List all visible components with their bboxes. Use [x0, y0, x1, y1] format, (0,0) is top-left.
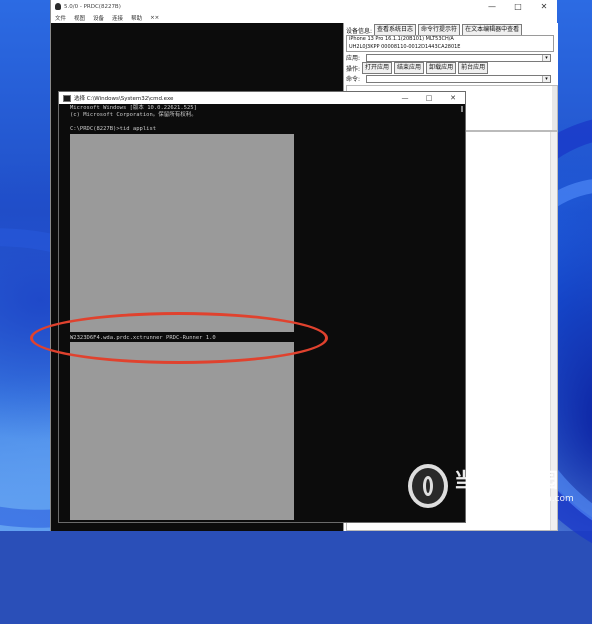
minimize-button[interactable]: —	[479, 0, 505, 13]
minimize-button[interactable]: —	[393, 92, 417, 104]
watermark-url: www.downxia.com	[490, 494, 574, 504]
apple-icon	[55, 3, 61, 10]
prdc-title: 5.0/0 - PRDC(8227B)	[64, 3, 121, 10]
app-label: 应用:	[346, 55, 361, 62]
redacted-region	[70, 342, 294, 520]
prdc-titlebar[interactable]: 5.0/0 - PRDC(8227B) — □ ✕	[51, 0, 557, 13]
command-select[interactable]: ▾	[366, 74, 551, 83]
menu-connect[interactable]: 连接	[112, 14, 123, 22]
menu-view[interactable]: 视图	[74, 14, 85, 22]
prdc-menubar: 文件 视图 设备 连接 帮助 ××	[51, 13, 557, 23]
console-line: Microsoft Windows [版本 10.0.22621.525]	[70, 105, 197, 111]
kill-app-button[interactable]: 结束应用	[394, 62, 425, 74]
menu-help[interactable]: 帮助	[131, 14, 142, 22]
chevron-down-icon[interactable]: ▾	[542, 75, 550, 82]
uninstall-app-button[interactable]: 卸载应用	[426, 62, 457, 74]
device-info-label: 设备信息:	[346, 27, 373, 35]
maximize-button[interactable]: □	[505, 0, 531, 13]
foreground-app-button[interactable]: 前台应用	[458, 62, 489, 74]
chevron-down-icon[interactable]: ▾	[542, 54, 550, 61]
device-info-line: iPhone 13 Pro 16.1.1(20B101) MLT53CH/A	[349, 36, 454, 42]
cmd-label: 命令:	[346, 76, 361, 83]
close-button[interactable]: ✕	[441, 92, 465, 104]
console-line: C:\PRDC(8227B)>tid applist	[70, 126, 157, 132]
menu-device[interactable]: 设备	[93, 14, 104, 22]
scrollbar[interactable]	[459, 104, 465, 522]
redacted-region	[70, 134, 294, 332]
menu-extra[interactable]: ××	[150, 15, 159, 21]
console-output[interactable]: Microsoft Windows [版本 10.0.22621.525] (c…	[59, 104, 465, 522]
cmd-window: 选择 C:\Windows\System32\cmd.exe — □ ✕ Mic…	[58, 91, 466, 523]
brand-logo-icon	[408, 464, 448, 508]
maximize-button[interactable]: □	[417, 92, 441, 104]
highlight-annotation	[30, 312, 328, 364]
scrollbar[interactable]	[552, 86, 557, 130]
menu-file[interactable]: 文件	[55, 14, 66, 22]
app-select[interactable]: ▾	[366, 53, 551, 62]
console-line: (c) Microsoft Corporation。保留所有权利。	[70, 112, 197, 118]
watermark-brand: 当下软件园	[454, 468, 559, 492]
device-info-line: UH2L0J3KPP 00008110-0012D1443CA2801E	[349, 43, 461, 50]
cmd-titlebar[interactable]: 选择 C:\Windows\System32\cmd.exe — □ ✕	[59, 92, 465, 104]
terminal-icon	[63, 94, 71, 102]
ops-label: 操作:	[346, 65, 361, 73]
cmd-title: 选择 C:\Windows\System32\cmd.exe	[74, 96, 174, 102]
close-button[interactable]: ✕	[531, 0, 557, 13]
open-app-button[interactable]: 打开应用	[362, 62, 393, 74]
device-info-box[interactable]: iPhone 13 Pro 16.1.1(20B101) MLT53CH/A U…	[346, 35, 554, 52]
watermark: 当下软件园 www.downxia.com	[408, 464, 592, 528]
